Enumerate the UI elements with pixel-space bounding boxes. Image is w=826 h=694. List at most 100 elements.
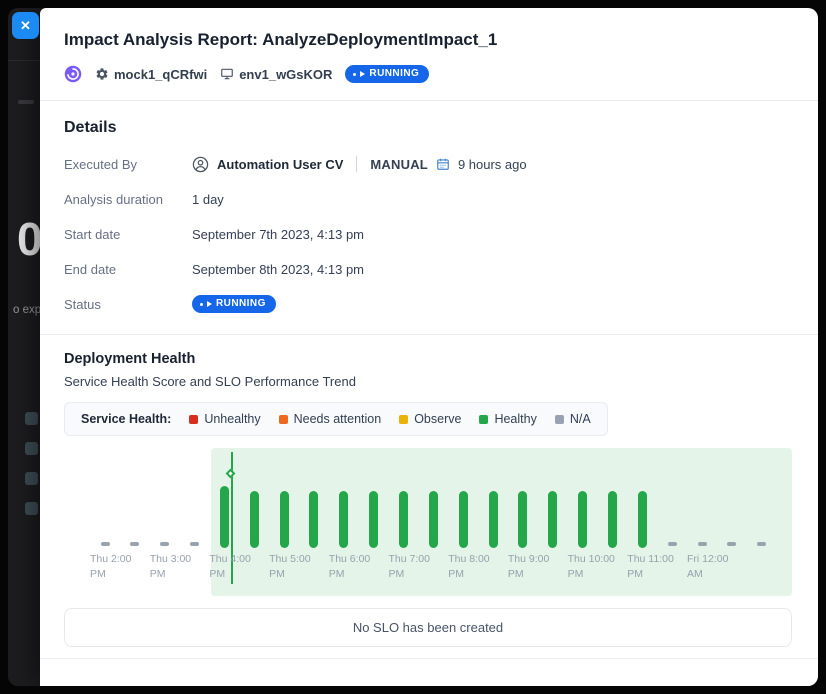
x-axis-label: Thu 8:00PM bbox=[448, 552, 489, 581]
legend-item: Healthy bbox=[479, 412, 536, 426]
detail-label: Status bbox=[64, 297, 192, 312]
na-tick[interactable] bbox=[101, 542, 110, 546]
legend-swatch-icon bbox=[555, 415, 564, 424]
detail-value: 1 day bbox=[192, 192, 224, 207]
modal-footer-divider bbox=[40, 658, 818, 659]
status-badge: RUNNING bbox=[345, 65, 429, 83]
running-arrow-icon bbox=[360, 71, 365, 77]
health-bar[interactable] bbox=[309, 491, 318, 548]
app-icon bbox=[64, 65, 82, 83]
detail-row-end-date: End date September 8th 2023, 4:13 pm bbox=[64, 258, 792, 280]
health-bar[interactable] bbox=[518, 491, 527, 548]
backdrop-row-icon bbox=[25, 442, 38, 455]
legend-label: Healthy bbox=[494, 412, 536, 426]
detail-row-duration: Analysis duration 1 day bbox=[64, 188, 792, 210]
health-bar[interactable] bbox=[578, 491, 587, 548]
legend-swatch-icon bbox=[399, 415, 408, 424]
status-badge-label: RUNNING bbox=[369, 69, 419, 79]
details-heading: Details bbox=[64, 119, 792, 137]
backdrop-dash bbox=[18, 100, 34, 104]
detail-value: September 7th 2023, 4:13 pm bbox=[192, 227, 364, 242]
x-axis-label: Thu 3:00PM bbox=[150, 552, 191, 581]
x-axis-label: Fri 12:00AM bbox=[687, 552, 728, 581]
health-bar[interactable] bbox=[489, 491, 498, 548]
status-badge-label: RUNNING bbox=[216, 299, 266, 309]
x-axis-label: Thu 6:00PM bbox=[329, 552, 370, 581]
executed-by-user: Automation User CV bbox=[217, 157, 343, 172]
health-bar[interactable] bbox=[399, 491, 408, 548]
backdrop-row-icon bbox=[25, 502, 38, 515]
health-bar[interactable] bbox=[220, 486, 229, 548]
details-section: Details Executed By Automation User CV M… bbox=[40, 101, 818, 334]
na-tick[interactable] bbox=[668, 542, 677, 546]
health-bar[interactable] bbox=[608, 491, 617, 548]
legend-item: N/A bbox=[555, 412, 591, 426]
x-axis-label: Thu 10:00PM bbox=[568, 552, 615, 581]
legend-item: Unhealthy bbox=[189, 412, 260, 426]
legend-label: N/A bbox=[570, 412, 591, 426]
x-axis-label: Thu 11:00PM bbox=[627, 552, 674, 581]
health-bar[interactable] bbox=[638, 491, 647, 548]
detail-label: Analysis duration bbox=[64, 192, 192, 207]
detail-row-executed-by: Executed By Automation User CV MANUAL 9 … bbox=[64, 153, 792, 175]
health-bar[interactable] bbox=[459, 491, 468, 548]
na-tick[interactable] bbox=[698, 542, 707, 546]
impact-analysis-modal: Impact Analysis Report: AnalyzeDeploymen… bbox=[40, 8, 818, 686]
legend-label: Needs attention bbox=[294, 412, 382, 426]
health-bar[interactable] bbox=[548, 491, 557, 548]
trigger-type: MANUAL bbox=[370, 157, 428, 172]
slo-empty-state: No SLO has been created bbox=[64, 608, 792, 647]
legend-label: Observe bbox=[414, 412, 461, 426]
page-title: Impact Analysis Report: AnalyzeDeploymen… bbox=[64, 30, 792, 50]
detail-label: Executed By bbox=[64, 157, 192, 172]
deployment-health-heading: Deployment Health bbox=[64, 351, 792, 367]
health-chart: Thu 2:00PMThu 3:00PMThu 4:00PMThu 5:00PM… bbox=[64, 448, 792, 596]
executed-time: 9 hours ago bbox=[458, 157, 527, 172]
x-axis-label: Thu 2:00PM bbox=[90, 552, 131, 581]
na-tick[interactable] bbox=[130, 542, 139, 546]
health-bar[interactable] bbox=[369, 491, 378, 548]
legend-title: Service Health: bbox=[81, 412, 171, 426]
na-tick[interactable] bbox=[190, 542, 199, 546]
na-tick[interactable] bbox=[160, 542, 169, 546]
service-health-legend: Service Health: Unhealthy Needs attention… bbox=[64, 402, 608, 436]
legend-swatch-icon bbox=[279, 415, 288, 424]
chart-subtitle: Service Health Score and SLO Performance… bbox=[64, 374, 792, 389]
health-bar[interactable] bbox=[280, 491, 289, 548]
running-dot-icon bbox=[200, 303, 203, 306]
backdrop-count: 0 bbox=[17, 212, 42, 266]
mock-service-link[interactable]: mock1_qCRfwi bbox=[95, 67, 207, 82]
legend-label: Unhealthy bbox=[204, 412, 260, 426]
backdrop-row-icon bbox=[25, 412, 38, 425]
health-bar[interactable] bbox=[250, 491, 259, 548]
detail-label: Start date bbox=[64, 227, 192, 242]
health-bar[interactable] bbox=[339, 491, 348, 548]
x-axis-label: Thu 7:00PM bbox=[389, 552, 430, 581]
legend-items: Unhealthy Needs attention Observe Healthy N/… bbox=[189, 412, 590, 426]
vertical-separator bbox=[356, 156, 357, 172]
detail-value: RUNNING bbox=[192, 295, 276, 313]
x-axis-label: Thu 4:00PM bbox=[209, 552, 250, 581]
mock-service-label: mock1_qCRfwi bbox=[114, 67, 207, 82]
status-badge: RUNNING bbox=[192, 295, 276, 313]
backdrop-page: 0 o exp bbox=[8, 8, 40, 686]
screen: 0 o exp ✕ Impact Analysis Report: Analyz… bbox=[8, 8, 818, 686]
modal-header: Impact Analysis Report: AnalyzeDeploymen… bbox=[40, 8, 818, 100]
detail-value: September 8th 2023, 4:13 pm bbox=[192, 262, 364, 277]
user-icon bbox=[192, 156, 209, 173]
legend-item: Observe bbox=[399, 412, 461, 426]
gear-icon bbox=[95, 67, 109, 81]
environment-label: env1_wGsKOR bbox=[239, 67, 332, 82]
close-button[interactable]: ✕ bbox=[12, 12, 39, 39]
environment-link[interactable]: env1_wGsKOR bbox=[220, 67, 332, 82]
detail-value: Automation User CV MANUAL 9 hours ago bbox=[192, 156, 527, 173]
close-icon: ✕ bbox=[20, 18, 31, 34]
detail-row-start-date: Start date September 7th 2023, 4:13 pm bbox=[64, 223, 792, 245]
meta-row: mock1_qCRfwi env1_wGsKOR RUNNING bbox=[64, 65, 792, 83]
health-bar[interactable] bbox=[429, 491, 438, 548]
legend-item: Needs attention bbox=[279, 412, 382, 426]
x-axis-label: Thu 9:00PM bbox=[508, 552, 549, 581]
na-tick[interactable] bbox=[757, 542, 766, 546]
backdrop-divider bbox=[8, 60, 40, 61]
na-tick[interactable] bbox=[727, 542, 736, 546]
